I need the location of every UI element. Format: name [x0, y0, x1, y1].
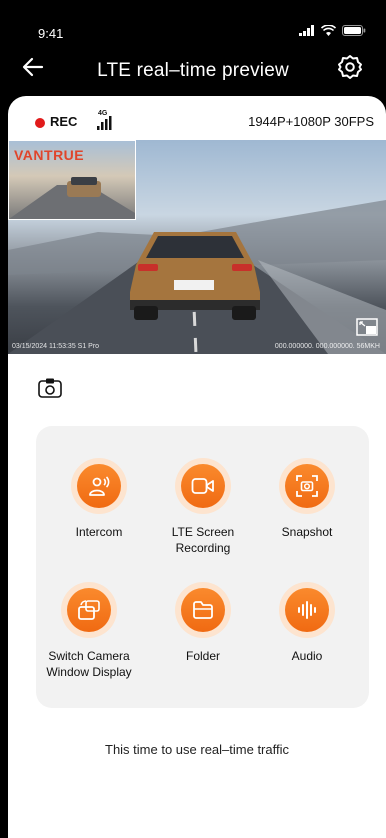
- folder-button[interactable]: Folder: [148, 582, 258, 664]
- function-panel: Intercom LTE Screen Recording Snapshot S…: [36, 426, 369, 708]
- resolution-label: 1944P+1080P 30FPS: [248, 114, 374, 129]
- ai-camera-icon[interactable]: [38, 378, 62, 398]
- folder-label: Folder: [185, 649, 220, 663]
- status-time: 9:41: [38, 26, 64, 41]
- pip-switch-icon[interactable]: [356, 318, 378, 336]
- intercom-button[interactable]: Intercom: [44, 458, 154, 540]
- nav-bar: LTE real–time preview: [0, 48, 386, 92]
- network-signal-icon: 4G: [97, 110, 112, 130]
- battery-icon: [342, 25, 366, 36]
- content-sheet: REC 4G 1944P+1080P 30FPS VANTRUE 03/15/2…: [8, 96, 386, 838]
- live-video-feed[interactable]: VANTRUE 03/15/2024 11:53:35 S1 Pro 000.0…: [8, 140, 386, 354]
- screen-record-circle: [181, 464, 225, 508]
- network-type-label: 4G: [98, 110, 108, 117]
- screen-record-icon: [191, 478, 214, 494]
- snapshot-icon: [296, 475, 318, 497]
- switch-camera-halo: [61, 582, 117, 638]
- status-bar: 9:41: [0, 0, 386, 44]
- audio-circle: [285, 588, 329, 632]
- switch-camera-icon: [78, 600, 100, 620]
- gear-icon[interactable]: [336, 53, 364, 81]
- snapshot-halo: [279, 458, 335, 514]
- traffic-usage-note: This time to use real–time traffic: [105, 742, 289, 757]
- snapshot-button[interactable]: Snapshot: [252, 458, 362, 540]
- folder-icon: [193, 601, 213, 619]
- pip-brand-watermark: VANTRUE: [14, 147, 85, 163]
- folder-halo: [175, 582, 231, 638]
- snapshot-label: Snapshot: [281, 525, 333, 539]
- recording-status-bar: REC 4G 1944P+1080P 30FPS: [8, 96, 386, 140]
- screen-record-halo: [175, 458, 231, 514]
- intercom-label: Intercom: [75, 525, 123, 539]
- car-image: [130, 232, 260, 320]
- pip-camera-window[interactable]: VANTRUE: [8, 140, 136, 220]
- lte-screen-recording-button[interactable]: LTE Screen Recording: [148, 458, 258, 556]
- video-timestamp: 03/15/2024 11:53:35 S1 Pro: [12, 343, 100, 350]
- audio-halo: [279, 582, 335, 638]
- video-gps-speed: 000.000000. 000.000000. 56MKH: [274, 343, 380, 350]
- switch-camera-circle: [67, 588, 111, 632]
- switch-camera-window-button[interactable]: Switch Camera Window Display: [34, 582, 144, 680]
- switch-camera-window-label: Switch Camera Window Display: [46, 649, 132, 679]
- page-title: LTE real–time preview: [97, 60, 289, 81]
- audio-button[interactable]: Audio: [252, 582, 362, 664]
- audio-icon: [298, 601, 316, 619]
- folder-circle: [181, 588, 225, 632]
- intercom-circle: [77, 464, 121, 508]
- rec-indicator-icon: [35, 118, 45, 128]
- cellular-signal-icon: [299, 25, 314, 36]
- intercom-halo: [71, 458, 127, 514]
- wifi-icon: [321, 25, 336, 36]
- status-icons: [299, 25, 366, 36]
- lte-screen-recording-label: LTE Screen Recording: [171, 525, 235, 555]
- intercom-icon: [89, 476, 110, 496]
- snapshot-circle: [285, 464, 329, 508]
- audio-label: Audio: [291, 649, 323, 663]
- rec-label: REC: [50, 114, 78, 129]
